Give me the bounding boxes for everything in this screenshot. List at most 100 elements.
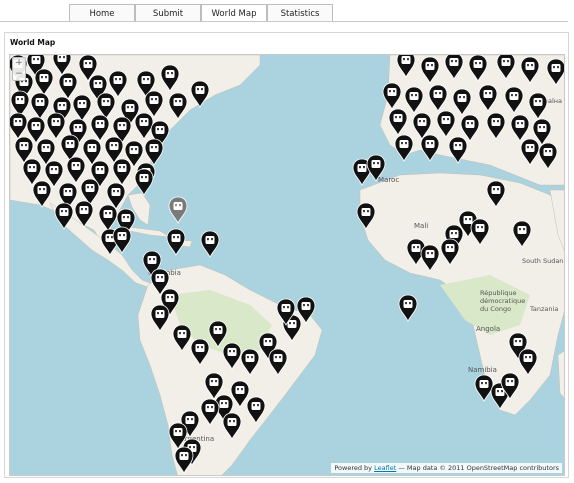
map-marker-eye xyxy=(111,144,113,147)
map-marker-eye xyxy=(179,332,181,335)
map-marker-eye xyxy=(531,146,533,149)
map-marker-eye xyxy=(157,276,159,279)
map-marker-face xyxy=(465,120,475,128)
map-marker-eye xyxy=(119,234,121,237)
map-marker-eye xyxy=(19,120,21,123)
map-marker-eye xyxy=(127,106,129,109)
map-marker-eye xyxy=(81,208,83,211)
zoom-out-button[interactable]: − xyxy=(13,69,25,80)
map-marker-eye xyxy=(431,252,433,255)
map-marker-face xyxy=(361,208,371,216)
tab-submit[interactable]: Submit xyxy=(135,4,201,22)
map-marker-face xyxy=(95,120,105,128)
map-marker-eye xyxy=(161,276,163,279)
land-madagascar xyxy=(557,350,564,399)
map-marker-eye xyxy=(549,150,551,153)
map-marker-eye xyxy=(451,60,453,63)
top-nav: Home Submit World Map Statistics xyxy=(0,0,574,22)
map-marker-eye xyxy=(113,190,115,193)
map-marker-face xyxy=(235,386,245,394)
map-marker-eye xyxy=(501,390,503,393)
map-marker-eye xyxy=(29,166,31,169)
map-marker[interactable] xyxy=(474,374,494,402)
map-marker-eye xyxy=(101,122,103,125)
map-marker-eye xyxy=(201,346,203,349)
map-marker-eye xyxy=(523,228,525,231)
map-marker-eye xyxy=(99,82,101,85)
map-marker-eye xyxy=(447,246,449,249)
map-marker-face xyxy=(165,294,175,302)
map-marker-face xyxy=(195,344,205,352)
map-marker-eye xyxy=(443,118,445,121)
map-marker-face xyxy=(543,148,553,156)
map-marker-eye xyxy=(471,122,473,125)
map-svg[interactable]: Colombia Argentina Maroc Mali République… xyxy=(10,55,565,476)
map-marker-face xyxy=(65,140,75,148)
map-marker-face xyxy=(387,88,397,96)
map-marker-eye xyxy=(463,96,465,99)
map-marker-eye xyxy=(151,146,153,149)
map-marker-face xyxy=(39,74,49,82)
map-marker-eye xyxy=(459,96,461,99)
map-marker-eye xyxy=(73,164,75,167)
map-marker[interactable] xyxy=(200,230,220,258)
map-marker-face xyxy=(111,188,121,196)
map-marker-face xyxy=(475,224,485,232)
map-marker-eye xyxy=(553,66,555,69)
map-marker-eye xyxy=(503,60,505,63)
tab-home[interactable]: Home xyxy=(69,4,135,22)
map-marker[interactable] xyxy=(166,228,186,256)
map-marker[interactable] xyxy=(168,196,188,224)
map-marker-eye xyxy=(535,100,537,103)
leaflet-link[interactable]: Leaflet xyxy=(374,464,396,472)
map-marker-eye xyxy=(377,162,379,165)
map-marker-face xyxy=(155,126,165,134)
map-container[interactable]: Colombia Argentina Maroc Mali République… xyxy=(9,54,565,476)
map-marker-face xyxy=(15,96,25,104)
map-marker-eye xyxy=(459,144,461,147)
map-marker[interactable] xyxy=(112,226,132,254)
map-marker-eye xyxy=(413,246,415,249)
map-marker-eye xyxy=(55,168,57,171)
map-marker-face xyxy=(149,144,159,152)
label-democratique: démocratique xyxy=(480,297,525,305)
map-marker-eye xyxy=(193,446,195,449)
map-marker-face xyxy=(517,226,527,234)
map-marker-eye xyxy=(531,64,533,67)
map-marker[interactable] xyxy=(134,168,154,196)
map-marker-face xyxy=(173,98,183,106)
map-marker-eye xyxy=(201,88,203,91)
map-marker-eye xyxy=(289,322,291,325)
map-marker-eye xyxy=(521,122,523,125)
map-marker-eye xyxy=(225,402,227,405)
map-marker-eye xyxy=(543,126,545,129)
map-marker-face xyxy=(273,354,283,362)
map-marker-eye xyxy=(233,350,235,353)
map-marker-eye xyxy=(67,142,69,145)
map-marker-eye xyxy=(63,56,65,59)
map-marker-eye xyxy=(211,238,213,241)
map-marker-eye xyxy=(515,94,517,97)
map-marker-face xyxy=(371,160,381,168)
map-marker-eye xyxy=(247,356,249,359)
tab-world-map[interactable]: World Map xyxy=(201,4,267,22)
map-marker[interactable] xyxy=(394,134,414,162)
map-marker-eye xyxy=(21,144,23,147)
map-marker-face xyxy=(171,234,181,242)
map-marker-face xyxy=(409,92,419,100)
map-marker-eye xyxy=(215,380,217,383)
map-marker[interactable] xyxy=(420,134,440,162)
map-marker-eye xyxy=(405,302,407,305)
map-marker-eye xyxy=(475,62,477,65)
zoom-in-button[interactable]: + xyxy=(13,58,25,69)
map-marker-face xyxy=(251,402,261,410)
map-marker-face xyxy=(139,174,149,182)
map-marker-eye xyxy=(175,204,177,207)
map-marker-eye xyxy=(21,98,23,101)
map-marker-eye xyxy=(431,142,433,145)
map-marker[interactable] xyxy=(398,294,418,322)
map-marker-face xyxy=(121,214,131,222)
map-marker-face xyxy=(173,428,183,436)
tab-statistics[interactable]: Statistics xyxy=(267,4,333,22)
map-marker-eye xyxy=(545,150,547,153)
